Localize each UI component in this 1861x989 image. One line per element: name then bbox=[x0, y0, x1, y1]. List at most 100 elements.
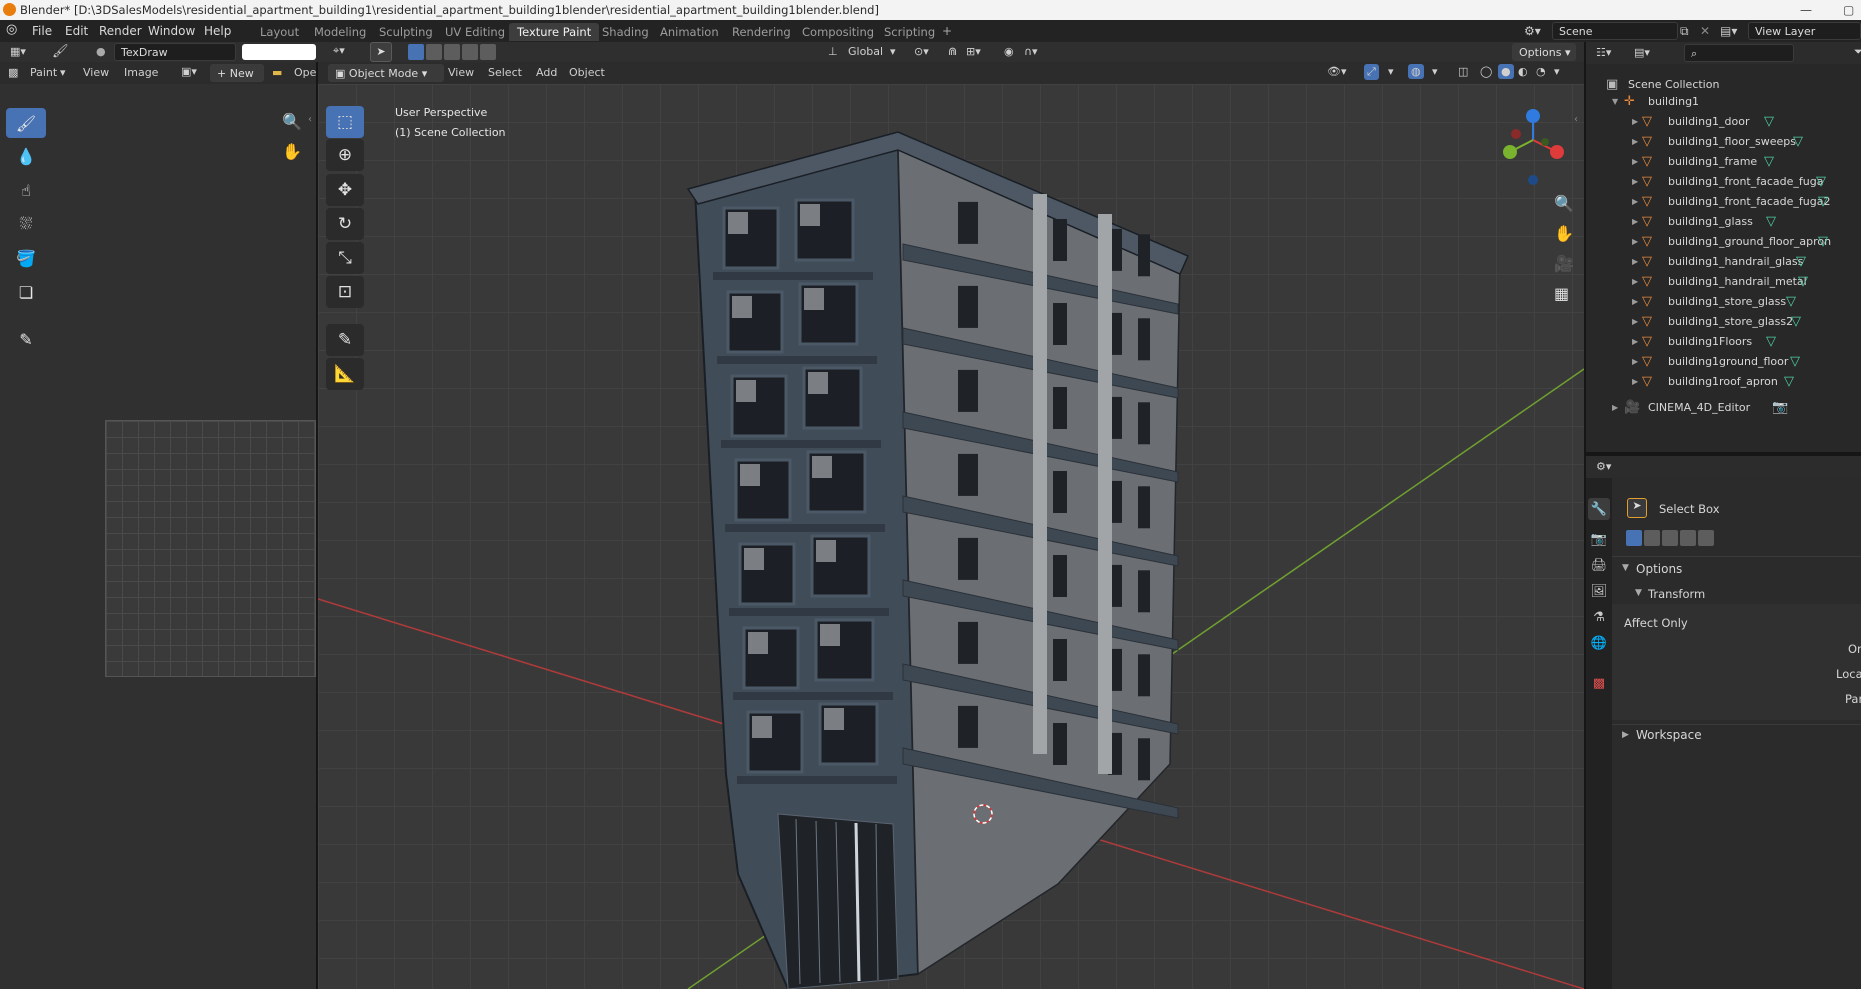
tab-scripting[interactable]: Scripting bbox=[876, 23, 943, 41]
mode-intersect-icon[interactable] bbox=[1698, 530, 1714, 546]
transform-pivot-icon[interactable]: ⌖▾ bbox=[333, 44, 345, 58]
expand-triangle-icon[interactable]: ▶ bbox=[1632, 237, 1638, 246]
area-separator[interactable] bbox=[1584, 42, 1586, 989]
world-tab-icon[interactable]: 🌐 bbox=[1588, 632, 1610, 654]
image-mode-dropdown[interactable]: Paint bbox=[30, 66, 57, 79]
expand-triangle-icon[interactable]: ▶ bbox=[1632, 317, 1638, 326]
snap-icon[interactable]: ⋒ bbox=[948, 45, 957, 58]
transform-subpanel-header[interactable]: Transform bbox=[1648, 587, 1705, 601]
material-shading-icon[interactable]: ◐ bbox=[1518, 65, 1528, 78]
new-scene-icon[interactable]: ⧉ bbox=[1680, 24, 1689, 39]
outliner-item[interactable]: ▶ ▽ building1roof_apron ▽ bbox=[1586, 372, 1861, 392]
expand-triangle-icon[interactable]: ▶ bbox=[1632, 157, 1638, 166]
pivot-point-icon[interactable]: ⊙▾ bbox=[914, 45, 929, 58]
outliner-item[interactable]: ▶ ▽ building1_front_facade_fuga ▽ bbox=[1586, 172, 1861, 192]
select-mode-difference-icon[interactable] bbox=[462, 44, 478, 60]
image-menu-image[interactable]: Image bbox=[124, 66, 158, 79]
tab-texture-paint[interactable]: Texture Paint bbox=[509, 23, 600, 41]
outliner-item[interactable]: ▶ ▽ building1ground_floor ▽ bbox=[1586, 352, 1861, 372]
navigation-gizmo[interactable] bbox=[1503, 109, 1564, 185]
expand-triangle-icon[interactable]: ▶ bbox=[1632, 377, 1638, 386]
expand-triangle-icon[interactable]: ▶ bbox=[1632, 137, 1638, 146]
scale-tool-icon[interactable]: ⤡ bbox=[326, 242, 364, 274]
expand-triangle-icon[interactable]: ▶ bbox=[1632, 117, 1638, 126]
tab-compositing[interactable]: Compositing bbox=[794, 23, 882, 41]
select-mode-new-icon[interactable] bbox=[408, 44, 424, 60]
output-tab-icon[interactable]: 🖨 bbox=[1588, 554, 1610, 576]
delete-scene-icon[interactable]: ✕ bbox=[1700, 24, 1710, 38]
tab-layout[interactable]: Layout bbox=[252, 23, 307, 41]
overlays-toggle-icon[interactable]: ◍ bbox=[1408, 64, 1424, 79]
view-layer-tab-icon[interactable]: 🖼 bbox=[1588, 580, 1610, 602]
viewport-menu-object[interactable]: Object bbox=[569, 66, 605, 79]
brush-icon[interactable]: 🖌 bbox=[52, 44, 69, 59]
outliner-item[interactable]: ▶ ▽ building1_handrail_metal ▽ bbox=[1586, 272, 1861, 292]
fake-user-icon[interactable]: ● bbox=[96, 45, 106, 58]
viewport-menu-view[interactable]: View bbox=[448, 66, 474, 79]
transform-tool-icon[interactable]: ⊡ bbox=[326, 276, 364, 308]
mask-icon[interactable]: ❏ bbox=[6, 277, 46, 307]
expand-triangle-icon[interactable]: ▶ bbox=[1632, 177, 1638, 186]
mode-difference-icon[interactable] bbox=[1680, 530, 1696, 546]
brush-color-swatch[interactable] bbox=[242, 44, 316, 60]
draw-brush-icon[interactable]: 🖌 bbox=[6, 108, 46, 138]
outliner-item[interactable]: ▶ ▽ building1_door ▽ bbox=[1586, 112, 1861, 132]
tab-modeling[interactable]: Modeling bbox=[306, 23, 374, 41]
pan-hand-icon[interactable]: ✋ bbox=[1554, 224, 1574, 243]
chevron-down-icon[interactable]: ▾ bbox=[1554, 65, 1560, 78]
ortho-toggle-icon[interactable]: ▦ bbox=[1554, 284, 1569, 303]
select-mode-extend-icon[interactable] bbox=[426, 44, 442, 60]
orientation-icon[interactable]: ⊥ bbox=[828, 45, 838, 58]
collapse-arrow-icon[interactable]: ‹ bbox=[308, 114, 312, 125]
menu-edit[interactable]: Edit bbox=[65, 24, 88, 38]
menu-window[interactable]: Window bbox=[148, 24, 195, 38]
scene-tab-icon[interactable]: ⚗ bbox=[1588, 606, 1610, 628]
paint-mode-icon[interactable]: ▩ bbox=[8, 66, 18, 79]
orientation-dropdown[interactable]: Global bbox=[848, 45, 883, 58]
rendered-shading-icon[interactable]: ◔ bbox=[1536, 65, 1546, 78]
texture-tab-icon[interactable]: ▩ bbox=[1588, 672, 1610, 694]
pan-hand-icon[interactable]: ✋ bbox=[282, 142, 302, 161]
rotate-tool-icon[interactable]: ↻ bbox=[326, 208, 364, 240]
expand-triangle-icon[interactable]: ▼ bbox=[1622, 563, 1629, 573]
expand-triangle-icon[interactable]: ▶ bbox=[1632, 257, 1638, 266]
outliner-parent-building1[interactable]: ▼ ✛ building1 bbox=[1586, 92, 1861, 112]
outliner-item-cinema4d[interactable]: ▶ 🎥 CINEMA_4D_Editor 📷 bbox=[1586, 398, 1861, 418]
editor-type-icon[interactable]: ▦▾ bbox=[10, 45, 26, 58]
expand-triangle-icon[interactable]: ▼ bbox=[1612, 97, 1618, 106]
mode-extend-icon[interactable] bbox=[1644, 530, 1660, 546]
display-mode-icon[interactable]: ▤▾ bbox=[1634, 46, 1650, 59]
image-browse-icon[interactable]: ▣▾ bbox=[181, 65, 197, 78]
chevron-down-icon[interactable]: ▾ bbox=[1388, 65, 1394, 78]
select-box-tool-icon[interactable]: ⬚ bbox=[326, 106, 364, 138]
properties-editor-type-icon[interactable]: ⚙▾ bbox=[1596, 460, 1611, 473]
area-separator[interactable] bbox=[1586, 452, 1861, 456]
3d-viewport[interactable]: User Perspective (1) Scene Collection ⬚ … bbox=[318, 84, 1584, 989]
affect-locations-checkbox[interactable]: Loca bbox=[1836, 667, 1861, 681]
falloff-icon[interactable]: ∩▾ bbox=[1024, 45, 1038, 58]
tool-tab-icon[interactable]: 🔧 bbox=[1588, 498, 1610, 520]
camera-view-icon[interactable]: 🎥 bbox=[1554, 254, 1574, 273]
tab-sculpting[interactable]: Sculpting bbox=[371, 23, 441, 41]
mode-subtract-icon[interactable] bbox=[1662, 530, 1678, 546]
workspace-panel-header[interactable]: Workspace bbox=[1636, 728, 1702, 742]
collapsed-triangle-icon[interactable]: ▶ bbox=[1622, 730, 1629, 740]
open-image-button[interactable]: Ope bbox=[294, 66, 316, 79]
wireframe-shading-icon[interactable]: ◯ bbox=[1480, 65, 1492, 78]
affect-parents-checkbox[interactable]: Par bbox=[1845, 692, 1861, 706]
add-workspace-icon[interactable]: + bbox=[942, 24, 952, 38]
filter-icon[interactable]: ⏷ bbox=[1854, 45, 1861, 59]
new-image-button[interactable]: + New bbox=[210, 64, 264, 82]
menu-render[interactable]: Render bbox=[99, 24, 142, 38]
affect-origins-checkbox[interactable]: Or bbox=[1848, 642, 1861, 656]
visibility-icon[interactable]: 👁▾ bbox=[1327, 65, 1347, 78]
zoom-icon[interactable]: 🔍 bbox=[282, 112, 302, 131]
outliner-item[interactable]: ▶ ▽ building1_floor_sweeps ▽ bbox=[1586, 132, 1861, 152]
select-tool-icon[interactable]: ➤ bbox=[370, 42, 392, 62]
render-tab-icon[interactable]: 📷 bbox=[1588, 528, 1610, 550]
outliner-editor-type-icon[interactable]: ☷▾ bbox=[1596, 46, 1611, 59]
snap-target-icon[interactable]: ⊞▾ bbox=[966, 45, 981, 58]
expand-triangle-icon[interactable]: ▶ bbox=[1632, 217, 1638, 226]
minimize-icon[interactable]: — bbox=[1800, 3, 1812, 17]
outliner-item[interactable]: ▶ ▽ building1_store_glass ▽ bbox=[1586, 292, 1861, 312]
